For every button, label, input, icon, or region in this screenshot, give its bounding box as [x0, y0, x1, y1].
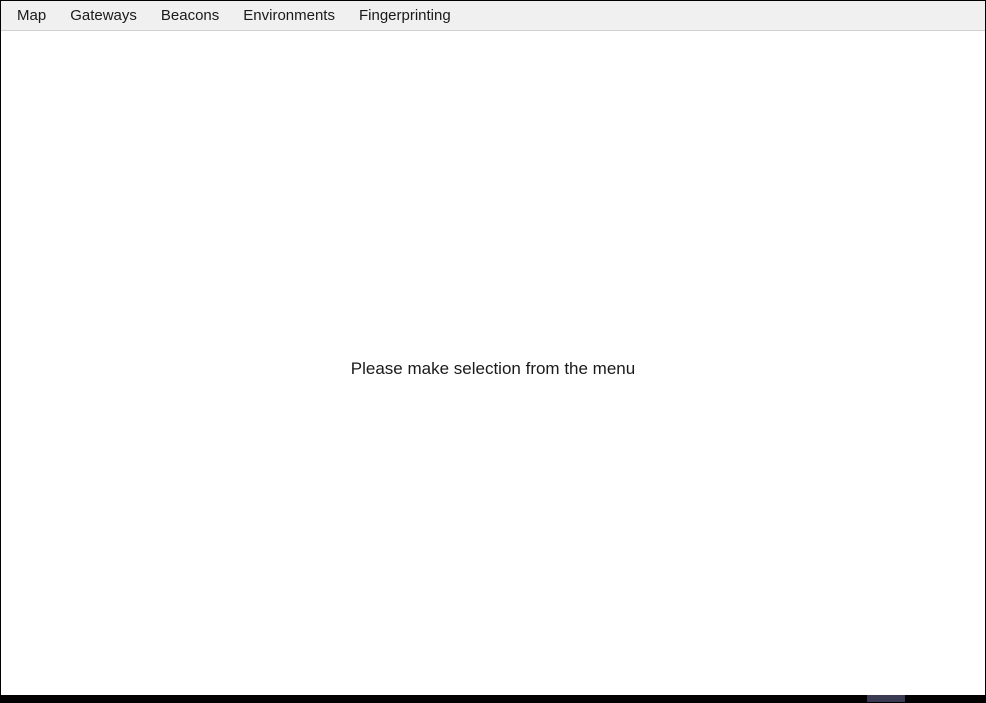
- menu-bar: Map Gateways Beacons Environments Finger…: [1, 1, 985, 31]
- content-area: Please make selection from the menu: [1, 31, 985, 702]
- menu-item-map[interactable]: Map: [5, 3, 58, 28]
- bottom-edge: [1, 695, 985, 702]
- menu-item-beacons[interactable]: Beacons: [149, 3, 231, 28]
- menu-item-gateways[interactable]: Gateways: [58, 3, 149, 28]
- menu-item-environments[interactable]: Environments: [231, 3, 347, 28]
- bottom-accent: [867, 695, 905, 702]
- placeholder-message: Please make selection from the menu: [351, 359, 635, 379]
- menu-item-fingerprinting[interactable]: Fingerprinting: [347, 3, 463, 28]
